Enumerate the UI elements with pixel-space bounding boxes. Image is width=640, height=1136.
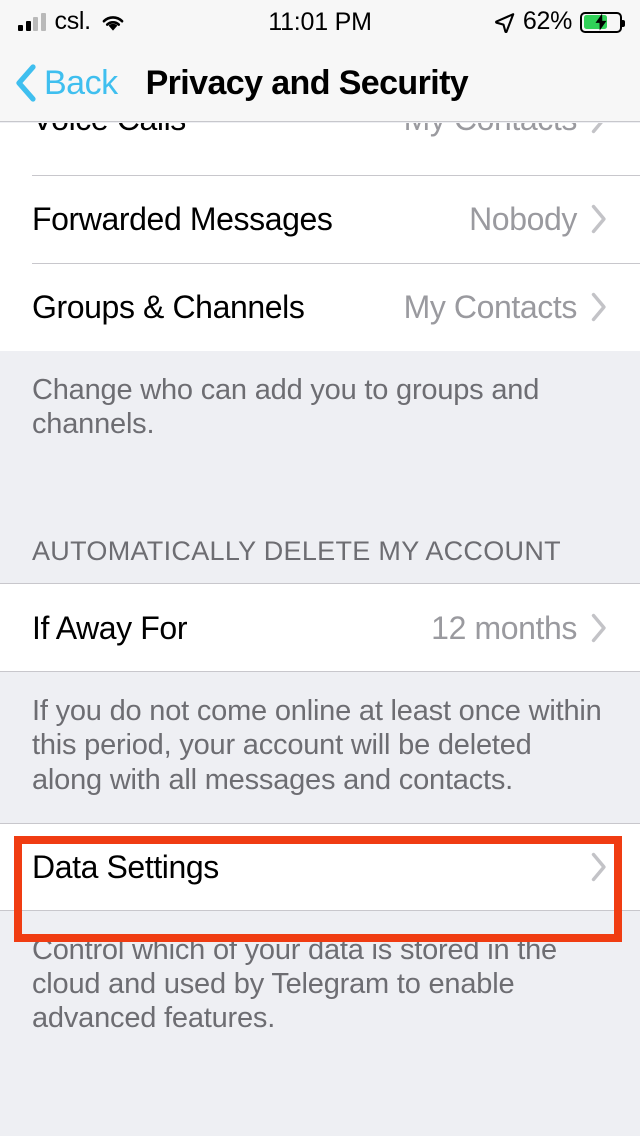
auto-delete-footer-note: If you do not come online at least once … — [0, 672, 640, 823]
row-if-away-for-value: 12 months — [431, 610, 577, 647]
battery-percent-label: 62% — [522, 6, 572, 35]
row-voice-calls[interactable]: Voice Calls My Contacts — [0, 123, 640, 175]
section-header-auto-delete: AUTOMATICALLY DELETE MY ACCOUNT — [0, 511, 640, 585]
data-settings-row[interactable]: Data Settings — [0, 822, 640, 911]
row-if-away-for-right: 12 months — [431, 612, 608, 644]
back-button[interactable]: Back — [0, 63, 118, 103]
row-forwarded-messages-label: Forwarded Messages — [32, 201, 333, 237]
wifi-icon — [102, 15, 124, 31]
auto-delete-group: If Away For 12 months — [0, 584, 640, 673]
row-if-away-for-label: If Away For — [32, 610, 188, 647]
row-forwarded-messages-value: Nobody — [469, 201, 577, 237]
settings-scroll-view[interactable]: Voice Calls My Contacts Forwarded Messag… — [0, 123, 640, 1136]
status-bar-right: 62% — [494, 6, 625, 35]
row-voice-calls-value: My Contacts — [404, 123, 578, 135]
row-groups-channels-right: My Contacts — [404, 291, 608, 323]
row-voice-calls-right: My Contacts — [404, 123, 608, 155]
row-if-away-for[interactable]: If Away For 12 months — [0, 584, 640, 673]
row-forwarded-messages[interactable]: Forwarded Messages Nobody — [0, 175, 640, 263]
location-arrow-icon — [494, 12, 515, 33]
row-groups-channels[interactable]: Groups & Channels My Contacts — [0, 263, 640, 351]
data-settings-group: Data Settings — [0, 822, 640, 911]
row-data-settings-label: Data Settings — [32, 848, 219, 885]
row-forwarded-messages-right: Nobody — [469, 203, 608, 235]
groups-channels-footer-note: Change who can add you to groups and cha… — [0, 351, 640, 468]
back-button-label: Back — [44, 63, 118, 102]
chevron-right-icon — [591, 123, 603, 134]
chevron-right-icon — [591, 204, 606, 234]
lightning-bolt-icon — [595, 13, 607, 31]
navigation-bar: Back Privacy and Security — [0, 44, 640, 122]
chevron-right-icon — [591, 292, 606, 322]
chevron-left-icon — [16, 63, 36, 102]
carrier-label: csl. — [54, 6, 92, 35]
data-settings-footer-note: Control which of your data is stored in … — [0, 910, 640, 1062]
battery-charging-icon — [580, 11, 625, 33]
row-groups-channels-label: Groups & Channels — [32, 289, 305, 325]
cellular-signal-icon — [18, 13, 46, 31]
row-groups-channels-value: My Contacts — [403, 289, 578, 325]
status-bar-left: csl. — [18, 6, 126, 35]
privacy-group: Voice Calls My Contacts Forwarded Messag… — [0, 123, 640, 351]
row-voice-calls-label: Voice Calls — [32, 123, 186, 135]
chevron-right-icon — [591, 613, 606, 643]
chevron-right-icon — [591, 852, 606, 881]
page-title: Privacy and Security — [145, 63, 469, 102]
row-data-settings-right — [591, 852, 608, 882]
status-bar: csl. 11:01 PM 62% — [0, 0, 640, 44]
section-spacer — [0, 467, 640, 512]
